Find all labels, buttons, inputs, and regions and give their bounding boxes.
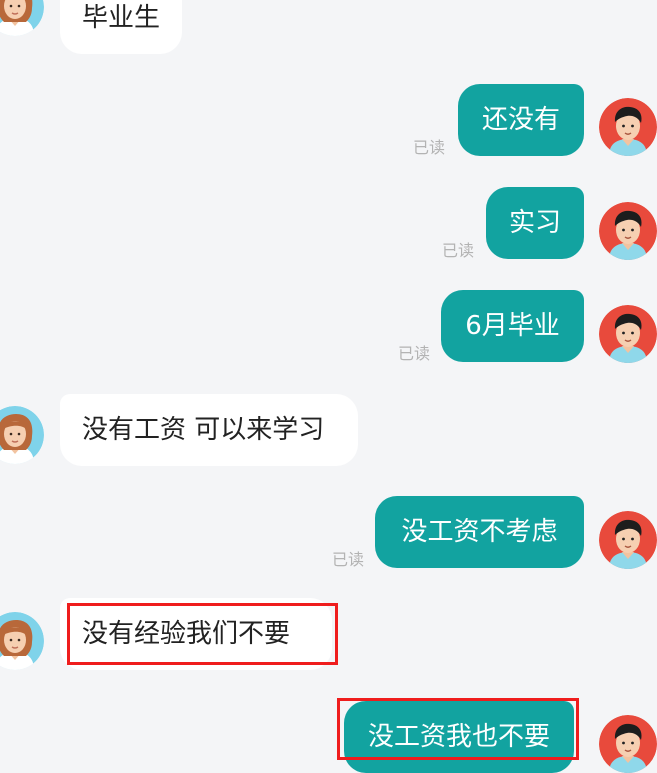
man-avatar-icon[interactable]	[599, 98, 657, 156]
read-status: 已读	[398, 344, 431, 363]
message-bubble[interactable]: 毕业生	[60, 0, 183, 54]
message-bubble[interactable]: 实习	[486, 187, 584, 259]
message-bubble[interactable]: 还没有	[458, 84, 584, 156]
message-bubble[interactable]: 6月毕业	[441, 290, 584, 362]
woman-avatar-icon[interactable]	[0, 0, 44, 36]
woman-avatar-icon[interactable]	[0, 612, 44, 670]
read-status: 已读	[332, 550, 365, 569]
highlight-box	[67, 603, 338, 665]
man-avatar-icon[interactable]	[599, 202, 657, 260]
message-bubble[interactable]: 没工资不考虑	[375, 496, 584, 568]
man-avatar-icon[interactable]	[599, 511, 657, 569]
highlight-box	[337, 698, 579, 760]
read-status: 已读	[442, 241, 475, 260]
chat-message-list[interactable]: 毕业生 已读 还没有 已读 实习 已读 6月毕业 没有工资 可以来学习 已读 没…	[0, 0, 657, 773]
read-status: 已读	[413, 138, 446, 157]
man-avatar-icon[interactable]	[599, 305, 657, 363]
woman-avatar-icon[interactable]	[0, 406, 44, 464]
message-bubble[interactable]: 没有工资 可以来学习	[60, 394, 358, 466]
man-avatar-icon[interactable]	[599, 715, 657, 773]
